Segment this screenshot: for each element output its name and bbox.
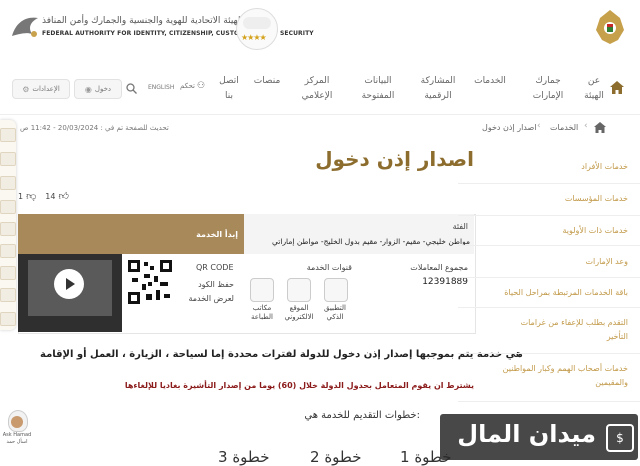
login-label: دخول (94, 85, 112, 93)
sidebar-item-people-of-determination[interactable]: خدمات أصحاب الهمم وكبار المواطنين والمقي… (458, 354, 640, 402)
channels-label: قنوات الخدمة (306, 263, 352, 272)
breadcrumb-home-icon[interactable] (594, 122, 606, 133)
start-service-label: إبدأ الخدمة (196, 229, 238, 239)
accessibility-label: تحكم (180, 82, 195, 90)
bell-icon[interactable] (0, 312, 16, 326)
avatar-face-icon (11, 416, 23, 428)
sidebar-item-life-stages[interactable]: باقة الخدمات المرتبطة بمراحل الحياة (458, 278, 640, 308)
watermark-text: ميدان المال (457, 420, 596, 448)
document-icon[interactable] (0, 152, 16, 166)
breadcrumb-separator: ‹ (537, 121, 541, 131)
video-thumbnail[interactable] (18, 254, 122, 332)
watermark-logo-icon: $ (606, 424, 634, 452)
authority-name-arabic: الهيئة الاتحادية للهوية والجنسية والجمار… (42, 16, 243, 26)
nav-media-center[interactable]: المركز الإعلامي (290, 74, 344, 104)
sidebar-item-individuals[interactable]: خدمات الأفراد (458, 150, 640, 184)
feedback-icon[interactable] (0, 288, 16, 302)
step-3: خطوة 3 (218, 448, 270, 466)
accessibility-control[interactable]: تحكم ⚇ (180, 81, 205, 91)
search-icon[interactable] (126, 83, 137, 94)
assistant-name: Ask Hamad (2, 432, 32, 438)
map-icon[interactable] (0, 266, 16, 280)
like-count: 14 (45, 191, 56, 201)
uae-emblem-icon (596, 10, 624, 44)
steps-heading: خطوات التقديم للخدمة هي: (304, 410, 420, 421)
category-box (244, 214, 474, 254)
website-icon[interactable] (287, 278, 311, 302)
last-updated-text: آخر تحديث للصفحة تم في : 20/03/2024 - 11… (20, 124, 170, 132)
step-2: خطوة 2 (310, 448, 362, 466)
category-value: مواطن خليجي- مقيم- الزوار- مقيم بدول الخ… (272, 237, 470, 246)
channel-print-offices: مكاتب الطباعة (251, 304, 273, 321)
page-title: اصدار إذن دخول (315, 147, 474, 171)
nav-platforms[interactable]: منصات (250, 74, 284, 89)
site-header: الهيئة الاتحادية للهوية والجنسية والجمار… (0, 0, 640, 62)
sidebar-item-priority[interactable]: خدمات ذات الأولوية (458, 216, 640, 246)
nav-customs[interactable]: جمارك الإمارات (520, 74, 576, 104)
channel-website: الموقع الالكتروني (284, 304, 314, 321)
sidebar-item-fine-exemption[interactable]: التقدم بطلب للإعفاء من غرامات التأخير (458, 308, 640, 354)
breadcrumb-current: اصدار إذن دخول (482, 123, 537, 132)
category-label: الفئة (452, 222, 468, 231)
thumbs-up-icon[interactable]: 👍︎ (58, 190, 68, 202)
user-icon: ◉ (84, 84, 92, 94)
service-description: هي خدمة يتم بموجبها إصدار إذن دخول للدول… (40, 349, 523, 360)
english-toggle[interactable]: ENGLISH (148, 84, 174, 91)
calendar-icon[interactable] (0, 176, 16, 190)
play-button[interactable] (54, 269, 84, 299)
start-service-button[interactable]: إبدأ الخدمة (18, 214, 244, 254)
service-condition: يشترط ان يقوم المتعامل بحدول الدولة خلال… (124, 381, 474, 390)
thumbs-down-icon[interactable]: 👎︎ (26, 190, 36, 202)
channel-smart-app: التطبيق الذكي (324, 304, 346, 321)
settings-button[interactable]: ⚙ الإعدادات (12, 79, 70, 99)
qr-note: حفظ الكود لعرض الخدمة (188, 280, 234, 303)
nav-services[interactable]: الخدمات (470, 74, 510, 89)
accessibility-icon: ⚇ (197, 81, 206, 91)
transactions-label: مجموع المعاملات (410, 263, 468, 272)
qr-code-image[interactable] (128, 260, 172, 304)
ask-hamad-avatar[interactable]: Ask Hamad اسأل حمد (2, 410, 32, 460)
login-button[interactable]: ◉ دخول (74, 79, 122, 99)
dislike-count: 1 (18, 191, 24, 201)
smart-app-icon[interactable] (324, 278, 348, 302)
nav-open-data[interactable]: البيانات المفتوحة (350, 74, 406, 104)
home-icon[interactable] (610, 81, 624, 94)
emblem-crest-icon (243, 17, 271, 29)
sidebar-item-organizations[interactable]: خدمات المؤسسات (458, 184, 640, 216)
falcon-logo-icon[interactable] (8, 12, 42, 44)
chat-icon[interactable] (0, 128, 16, 142)
print-icon[interactable] (0, 200, 16, 214)
breadcrumb-services[interactable]: الخدمات (550, 123, 578, 132)
star-rating-emblem: ★★★★ (236, 8, 278, 50)
gear-icon: ⚙ (22, 84, 30, 94)
view-360-icon[interactable] (0, 244, 16, 258)
play-icon (66, 278, 75, 290)
emblem-stars: ★★★★ (241, 33, 267, 42)
nav-about[interactable]: عن الهيئة (582, 74, 606, 104)
sidebar-item-uae-promise[interactable]: وعد الإمارات (458, 246, 640, 278)
nav-contact[interactable]: اتصل بنا (214, 74, 244, 104)
assistant-sub: اسأل حمد (6, 439, 28, 445)
like-dislike-bar: 1 👎︎ 14 👍︎ (18, 190, 69, 202)
share-icon[interactable] (0, 222, 16, 236)
qr-label: QR CODE (196, 263, 234, 272)
nav-digital-participation[interactable]: المشاركة الرقمية (412, 74, 464, 104)
settings-label: الإعدادات (32, 85, 60, 93)
breadcrumb-separator: ‹ (584, 121, 588, 131)
print-office-icon[interactable] (250, 278, 274, 302)
